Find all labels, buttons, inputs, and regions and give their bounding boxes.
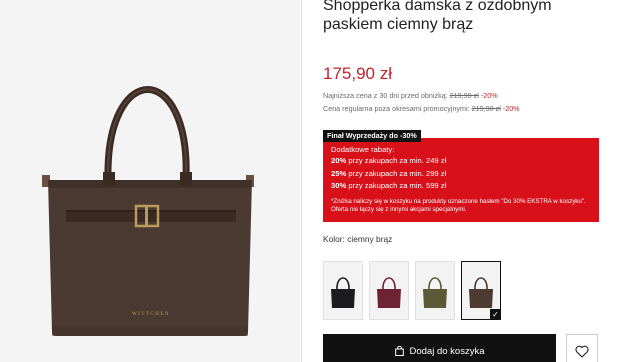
bag-thumbnail xyxy=(331,277,355,308)
color-swatch-black[interactable] xyxy=(323,261,363,320)
current-price: 175,90 zł xyxy=(323,64,392,83)
promo-tier-text: przy zakupach za min. 599 zł xyxy=(348,181,447,190)
regular-old-price: 219,90 zł xyxy=(471,104,501,113)
promo-tier: 30% przy zakupach za min. 599 zł xyxy=(331,180,599,193)
color-swatch-dark-brown[interactable]: ✓ xyxy=(461,261,501,320)
color-swatch-olive[interactable] xyxy=(415,261,455,320)
promo-fine-print: *Zniżka naliczy się w koszyku na produkt… xyxy=(331,197,586,213)
promo-tier-text: przy zakupach za min. 249 zł xyxy=(348,156,447,165)
promo-tier-percent: 20% xyxy=(331,156,347,165)
sale-badge: Finał Wyprzedaży do -30% xyxy=(323,130,421,142)
brand-logo: WITTCHEN xyxy=(132,312,170,317)
promo-tier-text: przy zakupach za min. 299 zł xyxy=(348,168,447,178)
product-image[interactable]: WITTCHEN xyxy=(0,0,300,362)
bag-thumbnail xyxy=(423,277,447,308)
product-title: Shopperka damska z ozdobnym paskiem ciem… xyxy=(323,0,552,33)
selected-check-icon: ✓ xyxy=(490,309,501,320)
heart-icon xyxy=(575,345,589,358)
add-to-cart-button[interactable]: Dodaj do koszyka xyxy=(323,334,556,362)
color-swatch-burgundy[interactable] xyxy=(369,261,409,320)
bag-thumbnail xyxy=(377,277,401,308)
promo-tier-percent: 30% xyxy=(331,181,347,190)
bag-illustration: WITTCHEN xyxy=(42,86,254,336)
add-to-cart-label: Dodaj do koszyka xyxy=(409,345,485,357)
promo-tier: 25% przy zakupach za min. 299 zł xyxy=(331,168,599,181)
panel-divider xyxy=(301,0,302,362)
regular-price-note: Cena regularna poza okresami promocyjnym… xyxy=(323,104,520,113)
color-label: Kolor: ciemny brąz xyxy=(323,234,393,244)
regular-discount: -20% xyxy=(502,104,520,113)
shopping-bag-icon xyxy=(394,346,404,356)
lowest-price-note: Najniższa cena z 30 dni przed obniżką: 2… xyxy=(323,91,498,100)
lowest-old-price: 219,90 zł xyxy=(449,91,479,100)
promo-tier-percent: 25% xyxy=(331,168,347,178)
regular-price-label: Cena regularna poza okresami promocyjnym… xyxy=(323,104,470,113)
promo-tier: 20% przy zakupach za min. 249 zł xyxy=(331,155,599,168)
lowest-price-label: Najniższa cena z 30 dni przed obniżką: xyxy=(323,91,448,100)
wishlist-button[interactable] xyxy=(566,334,598,362)
promo-box: Dodatkowe rabaty: 20% przy zakupach za m… xyxy=(323,138,599,222)
lowest-discount: -20% xyxy=(480,91,498,100)
promo-heading: Dodatkowe rabaty: xyxy=(331,145,395,154)
